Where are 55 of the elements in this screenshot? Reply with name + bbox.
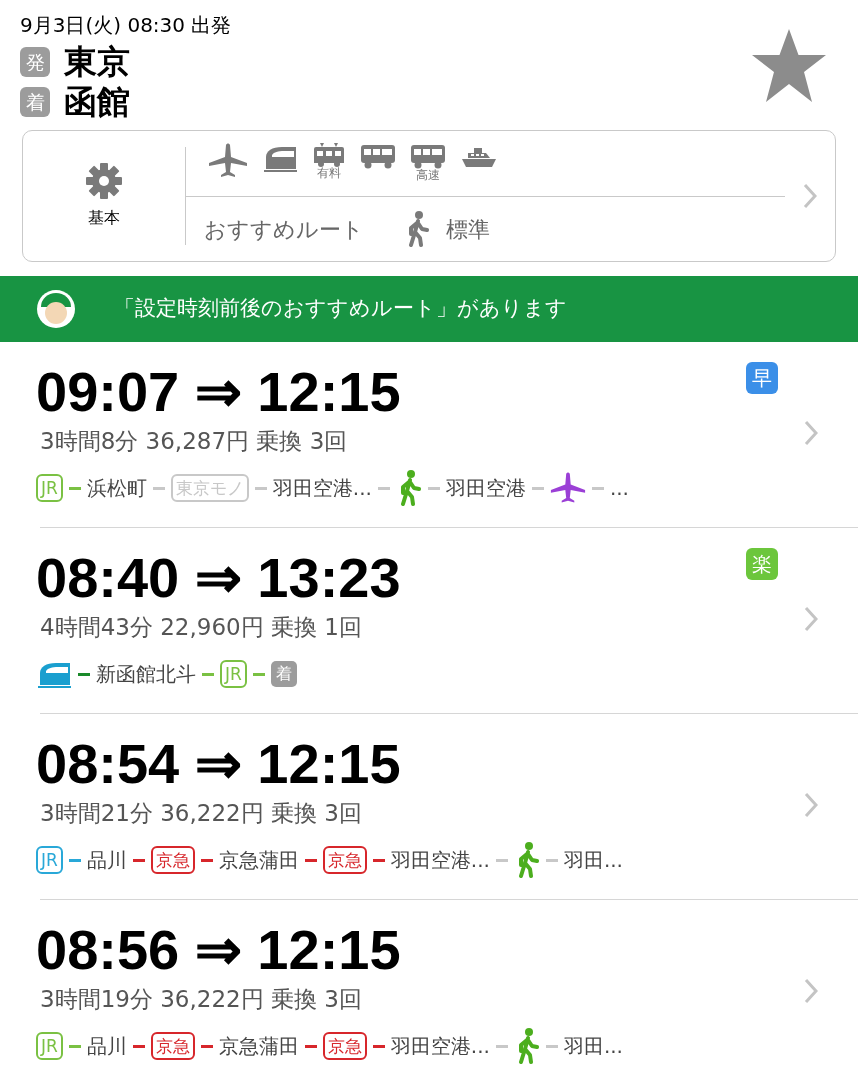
route-type: おすすめルート [204,215,364,244]
mode-label: 高速 [416,169,440,182]
chevron-icon [803,183,817,209]
line-badge: JR [36,1032,63,1060]
departure-info: 9月3日(火) 08:30 出発 [20,12,233,39]
settings-panel[interactable]: 基本 有料 高速 おすすめルート 標準 [22,130,836,262]
departure-label: 発 [20,47,50,77]
line-badge: 京急 [150,846,195,874]
station-name: 浜松町 [86,475,147,502]
chevron-icon [804,792,818,818]
plane-icon [208,143,248,179]
route-summary: 3時間8分 36,287円 乗換 3回 [40,427,348,456]
route-item[interactable]: 08:54 ⇒ 12:15 3時間21分 36,222円 乗換 3回 JR 品川 京急 京急蒲田 京急 羽田空港... 羽田... [40,714,858,900]
station-name: 羽田空港... [390,1033,490,1060]
arrival-badge: 着 [270,661,297,687]
line-badge: 京急 [150,1032,195,1060]
station-name: 羽田空港 [445,475,526,502]
avatar-icon [36,289,76,329]
bus-icon [410,143,446,169]
line-badge: JR [36,474,63,502]
route-tag: 楽 [746,548,778,580]
station-name: ... [609,475,629,502]
station-name: 羽田... [563,1033,623,1060]
station-name: 新函館北斗 [96,661,196,688]
station-name: 品川 [86,847,127,874]
arrival-station: 函館 [64,82,130,122]
station-name: 品川 [86,1033,127,1060]
line-badge: JR [220,660,247,688]
station-name: 京急蒲田 [218,1033,299,1060]
route-item[interactable]: 08:40 ⇒ 13:23 4時間43分 22,960円 乗換 1回 楽 新函館北斗 JR 着 [40,528,858,714]
departure-station: 東京 [64,42,130,82]
bus-icon [360,143,396,169]
notice-banner[interactable]: 「設定時刻前後のおすすめルート」があります [0,276,858,342]
settings-label: 基本 [88,207,120,229]
station-name: 羽田... [563,847,623,874]
arrival-label: 着 [20,87,50,117]
star-icon[interactable] [750,28,828,104]
chevron-icon [804,420,818,446]
notice-text: 「設定時刻前後のおすすめルート」があります [114,295,567,323]
route-summary: 4時間43分 22,960円 乗換 1回 [40,613,362,642]
station-name: 羽田空港... [390,847,490,874]
walk-speed: 標準 [446,215,490,244]
line-badge: 京急 [322,846,367,874]
mode-label: 有料 [317,167,341,180]
chevron-icon [804,606,818,632]
settings-icon [85,162,123,200]
route-summary: 3時間19分 36,222円 乗換 3回 [40,985,362,1014]
tram-icon [312,143,346,167]
line-badge: JR [36,846,63,874]
route-tag: 早 [746,362,778,394]
station-name: 羽田空港... [272,475,372,502]
line-badge: 京急 [322,1032,367,1060]
route-summary: 3時間21分 36,222円 乗換 3回 [40,799,362,828]
station-name: 京急蒲田 [218,847,299,874]
chevron-icon [804,978,818,1004]
